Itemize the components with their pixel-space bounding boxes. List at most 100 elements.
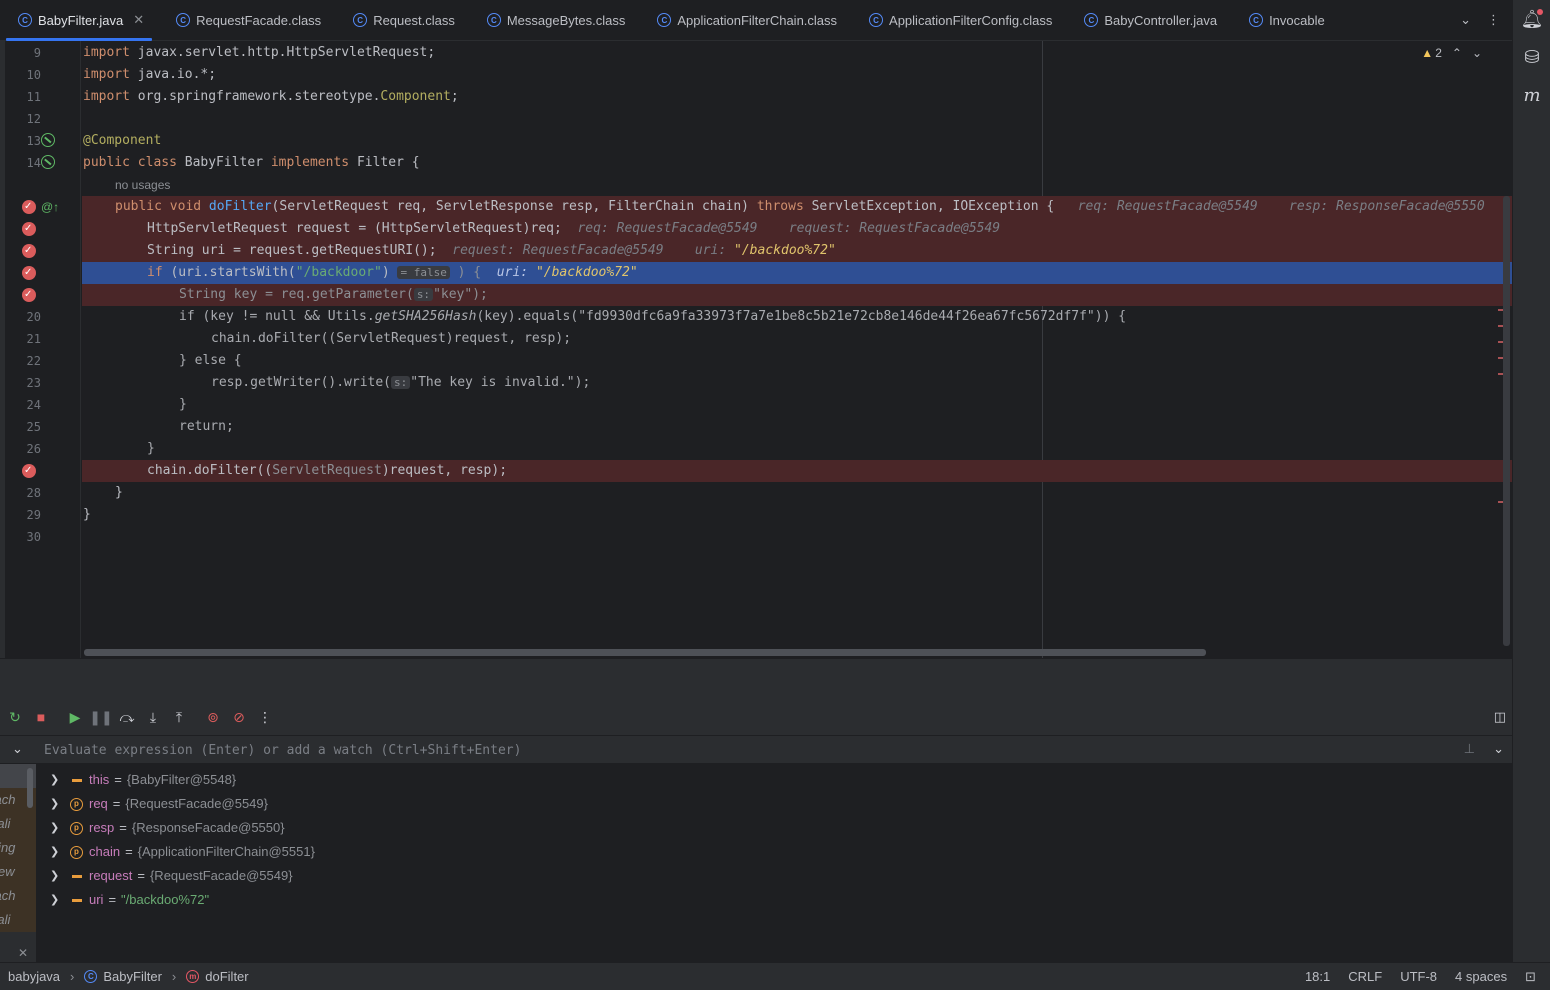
gutter-line [5, 284, 81, 306]
variable-row[interactable]: ❯ this = {BabyFilter@5548} [36, 768, 236, 792]
frame-item[interactable]: catali [0, 908, 36, 932]
expand-arrow-icon[interactable]: ❯ [50, 888, 64, 912]
inspection-widget[interactable]: ▲ 2 ⌃ ⌄ [1421, 46, 1482, 60]
gutter-line [5, 218, 81, 240]
variable-row[interactable]: ❯ p resp = {ResponseFacade@5550} [36, 816, 285, 840]
close-icon[interactable]: ✕ [133, 12, 144, 28]
breakpoint-icon[interactable] [22, 460, 36, 482]
tab-label: RequestFacade.class [196, 12, 322, 28]
expand-arrow-icon[interactable]: ❯ [50, 864, 64, 888]
chevron-down-icon[interactable]: ⌄ [1493, 741, 1504, 757]
field-icon [70, 894, 83, 907]
frame-item[interactable]: amew [0, 860, 36, 884]
tab-actions: ⌄ ⋮ [1460, 0, 1512, 40]
lock-icon[interactable]: ⊡ [1525, 969, 1536, 985]
method-icon: m [186, 970, 200, 983]
add-watch-icon[interactable]: ⊥ [1464, 741, 1475, 757]
expand-arrow-icon[interactable]: ❯ [50, 840, 64, 864]
line-number: 10 [26, 68, 41, 82]
tab-babycontroller-java[interactable]: C BabyController.java [1066, 0, 1231, 40]
frame-item[interactable]: spring [0, 836, 36, 860]
code-editor[interactable]: 9 10 11 12 13 14 @↑ 20 21 22 23 24 25 26… [0, 41, 1512, 658]
code-line-breakpoint: String key = req.getParameter(s: "key"); [82, 284, 1512, 306]
chevron-down-icon[interactable]: ⌄ [1460, 12, 1471, 28]
line-number: 29 [26, 508, 41, 522]
line-number: 22 [26, 354, 41, 368]
more-icon[interactable]: ⋮ [1487, 12, 1500, 28]
code-line-breakpoint: chain.doFilter((ServletRequest)request, … [82, 460, 1512, 482]
expand-arrow-icon[interactable]: ❯ [50, 768, 64, 792]
evaluate-bar: ⌄ ⊥ ⌄ [0, 735, 1512, 764]
variable-row[interactable]: ❯ request = {RequestFacade@5549} [36, 864, 293, 888]
tab-requestfacade-class[interactable]: C RequestFacade.class [158, 0, 335, 40]
line-number: 23 [26, 376, 41, 390]
rerun-icon[interactable]: ↻ [4, 706, 26, 728]
variable-value: {RequestFacade@5549} [125, 796, 268, 811]
breakpoint-icon[interactable] [22, 196, 36, 218]
code-line-current: if (uri.startsWith("/backdoor") = false … [82, 262, 1512, 284]
breakpoint-icon[interactable] [22, 284, 36, 306]
step-over-icon[interactable]: ⤼ [116, 706, 138, 728]
caret-position[interactable]: 18:1 [1305, 969, 1330, 984]
breakpoint-icon[interactable] [22, 262, 36, 284]
frame-item[interactable]: catali [0, 812, 36, 836]
file-encoding[interactable]: UTF-8 [1400, 969, 1437, 984]
tab-request-class[interactable]: C Request.class [335, 0, 469, 40]
frame-item[interactable]: apach [0, 884, 36, 908]
class-icon: C [1084, 13, 1099, 27]
class-icon: C [1249, 13, 1264, 27]
indent-setting[interactable]: 4 spaces [1455, 969, 1507, 984]
breakpoint-icon[interactable] [22, 218, 36, 240]
field-icon [70, 870, 83, 883]
expand-arrow-icon[interactable]: ❯ [50, 792, 64, 816]
spring-bean-icon[interactable] [41, 155, 55, 169]
breadcrumb: babyjava › C BabyFilter › m doFilter [8, 969, 249, 984]
panel-divider[interactable] [0, 658, 1512, 699]
evaluate-expression-input[interactable] [36, 739, 1456, 761]
step-out-icon[interactable]: ⤒ [168, 706, 190, 728]
resume-icon[interactable]: ▶︎ [64, 706, 86, 728]
variable-value: {BabyFilter@5548} [126, 772, 237, 787]
tab-label: Request.class [373, 12, 455, 28]
line-ending[interactable]: CRLF [1348, 969, 1382, 984]
breadcrumb-method[interactable]: doFilter [205, 969, 248, 984]
code-area[interactable]: import javax.servlet.http.HttpServletReq… [82, 41, 1512, 658]
code-line: if (key != null && Utils.getSHA256Hash(k… [179, 309, 1127, 324]
layout-icon[interactable]: ◫ [1494, 709, 1506, 725]
tab-applicationfilterconfig-class[interactable]: C ApplicationFilterConfig.class [851, 0, 1066, 40]
step-into-icon[interactable]: ⤓ [142, 706, 164, 728]
frames-scrollbar[interactable] [27, 768, 33, 808]
spring-bean-icon[interactable] [41, 133, 55, 147]
tab-messagebytes-class[interactable]: C MessageBytes.class [469, 0, 640, 40]
line-number: 11 [26, 90, 41, 104]
tab-invocable[interactable]: C Invocable [1231, 0, 1339, 40]
close-icon[interactable]: ✕ [18, 946, 28, 960]
override-icon[interactable]: @↑ [41, 196, 59, 218]
view-breakpoints-icon[interactable]: ⊚ [202, 706, 224, 728]
chevron-down-icon[interactable]: ⌄ [12, 741, 23, 757]
notifications-button[interactable]: 🔔︎ [1513, 0, 1550, 38]
chevron-up-icon[interactable]: ⌃ [1452, 46, 1462, 60]
pause-icon[interactable]: ❚❚ [89, 706, 112, 728]
more-icon[interactable]: ⋮ [254, 706, 276, 728]
tab-applicationfilterchain-class[interactable]: C ApplicationFilterChain.class [639, 0, 851, 40]
variable-row[interactable]: ❯ uri = "/backdoo%72" [36, 888, 209, 912]
code-line: public class BabyFilter implements Filte… [83, 155, 420, 170]
database-button[interactable]: ⛁ [1513, 38, 1550, 76]
breadcrumb-class[interactable]: BabyFilter [103, 969, 162, 984]
breakpoint-icon[interactable] [22, 240, 36, 262]
breadcrumb-project[interactable]: babyjava [8, 969, 60, 984]
chevron-down-icon[interactable]: ⌄ [1472, 46, 1482, 60]
line-number: 25 [26, 420, 41, 434]
tab-babyfilter-java[interactable]: C BabyFilter.java ✕ [0, 0, 158, 41]
variable-row[interactable]: ❯ p chain = {ApplicationFilterChain@5551} [36, 840, 315, 864]
maven-button[interactable]: m [1513, 76, 1550, 114]
no-usages-hint[interactable]: no usages [115, 174, 170, 196]
stop-icon[interactable]: ■ [30, 706, 52, 728]
variable-row[interactable]: ❯ p req = {RequestFacade@5549} [36, 792, 268, 816]
code-line: import javax.servlet.http.HttpServletReq… [83, 45, 436, 60]
mute-breakpoints-icon[interactable]: ⊘ [228, 706, 250, 728]
vertical-scrollbar[interactable] [1503, 196, 1510, 646]
horizontal-scrollbar[interactable] [84, 649, 1206, 656]
expand-arrow-icon[interactable]: ❯ [50, 816, 64, 840]
